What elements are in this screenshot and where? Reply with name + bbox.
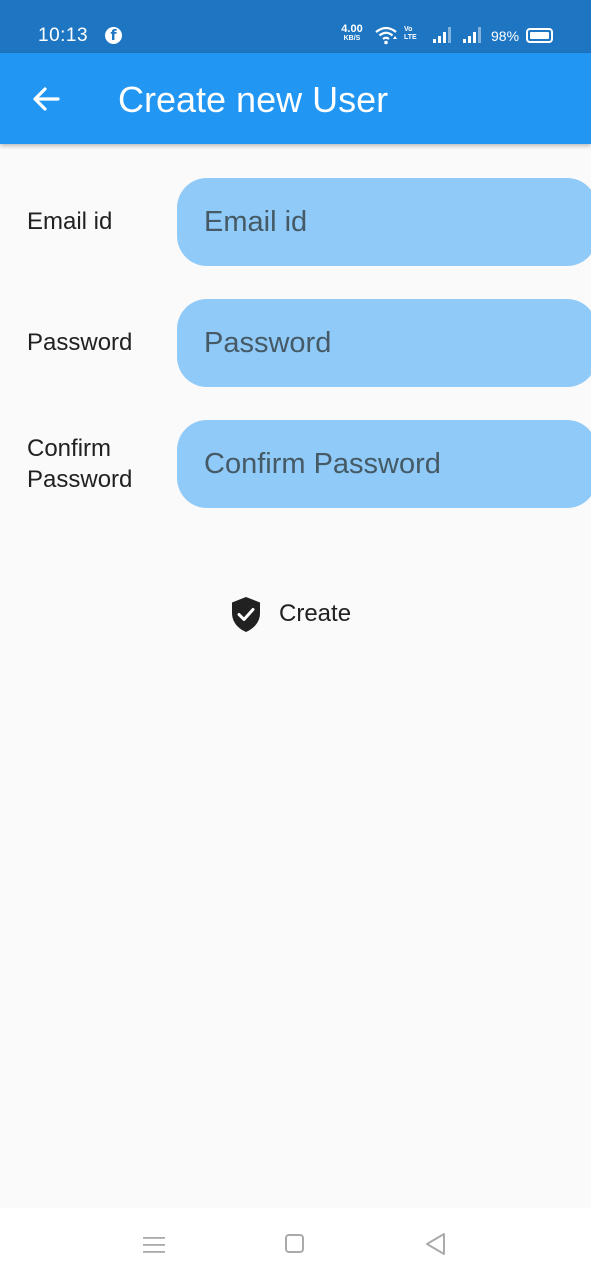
confirm-password-field[interactable] [177,420,591,508]
signal-icon [433,27,451,43]
create-button[interactable]: Create [222,588,359,640]
email-row: Email id [0,178,591,266]
battery-percent: 98% [491,28,520,44]
volte-indicator: Vo LTE [404,26,417,42]
email-field[interactable] [177,178,591,266]
menu-icon[interactable] [143,1236,165,1254]
status-bar: 10:13 f 4.00 KB/S Vo LTE 98% [0,0,591,53]
password-label: Password [27,329,133,356]
email-label: Email id [27,208,113,235]
volte-bottom: LTE [404,34,417,41]
battery-icon [526,28,553,43]
network-speed-unit: KB/S [343,35,361,42]
facebook-icon: f [105,27,122,44]
create-button-label: Create [279,600,352,627]
network-speed: 4.00 KB/S [338,23,366,43]
arrow-back-icon[interactable] [28,81,64,117]
home-icon[interactable] [285,1234,304,1253]
triangle-back-icon[interactable] [424,1232,446,1256]
network-speed-value: 4.00 [341,23,363,35]
password-row: Password [0,299,591,387]
app-bar: Create new User [0,53,591,144]
status-time: 10:13 [38,25,89,46]
confirm-password-label-line1: Confirm [27,435,112,462]
wifi-icon [375,26,397,45]
shield-check-icon [232,596,260,632]
confirm-password-label-line2: Password [27,466,133,493]
confirm-password-row: Confirm Password [0,420,591,508]
volte-top: Vo [404,26,413,33]
system-nav-bar [0,1208,591,1280]
confirm-password-label: Confirm Password [27,433,132,495]
signal-icon [463,27,481,43]
password-field[interactable] [177,299,591,387]
page-title: Create new User [118,79,389,120]
